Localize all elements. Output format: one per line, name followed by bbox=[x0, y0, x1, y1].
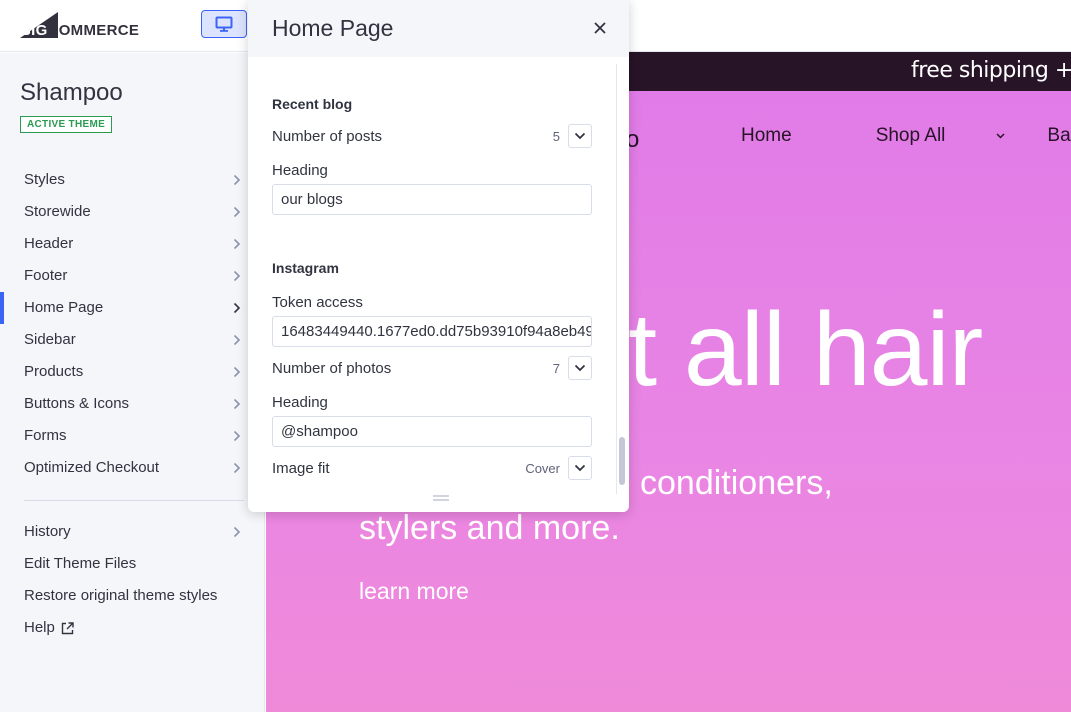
theme-name: Shampoo bbox=[20, 79, 123, 106]
image-fit-value: Cover bbox=[525, 461, 560, 476]
resize-grip-icon[interactable] bbox=[433, 495, 449, 501]
sidebar-divider bbox=[24, 500, 244, 501]
chevron-down-icon bbox=[996, 133, 1005, 139]
chevron-right-icon bbox=[233, 324, 245, 356]
sidebar-item-label: Restore original theme styles bbox=[24, 587, 218, 604]
close-panel-button[interactable] bbox=[590, 18, 610, 38]
logo-commerce-text: COMMERCE bbox=[47, 22, 140, 39]
token-access-input[interactable]: 16483449440.1677ed0.dd75b93910f94a8eb49 bbox=[272, 316, 592, 347]
sidebar-item-label: Sidebar bbox=[24, 331, 76, 348]
chevron-right-icon bbox=[233, 516, 245, 548]
desktop-icon bbox=[215, 16, 233, 32]
image-fit-label: Image fit bbox=[272, 460, 330, 477]
chevron-down-icon bbox=[574, 132, 586, 140]
sidebar-item-label: Styles bbox=[24, 171, 65, 188]
sidebar-item-footer[interactable]: Footer bbox=[0, 260, 265, 292]
instagram-section-title: Instagram bbox=[272, 260, 339, 276]
sidebar-item-storewide[interactable]: Storewide bbox=[0, 196, 265, 228]
store-nav-shop-all[interactable]: Shop All bbox=[876, 125, 1006, 147]
panel-title: Home Page bbox=[272, 15, 394, 41]
recent-blog-section-title: Recent blog bbox=[272, 96, 353, 112]
sidebar-item-label: Products bbox=[24, 363, 84, 380]
number-of-photos-label: Number of photos bbox=[272, 360, 392, 377]
sidebar-item-help[interactable]: Help bbox=[0, 612, 265, 644]
sidebar-item-label: Forms bbox=[24, 427, 67, 444]
hero-subtitle-line-2: stylers and more. bbox=[359, 509, 620, 547]
chevron-down-icon bbox=[574, 464, 586, 472]
sidebar-item-header[interactable]: Header bbox=[0, 228, 265, 260]
external-link-icon bbox=[61, 621, 74, 634]
sidebar-item-label: Edit Theme Files bbox=[24, 555, 137, 572]
chevron-right-icon bbox=[233, 292, 245, 324]
sidebar-item-label: Optimized Checkout bbox=[24, 459, 160, 476]
sidebar-item-label: Home Page bbox=[24, 299, 104, 316]
chevron-down-icon bbox=[574, 364, 586, 372]
chevron-right-icon bbox=[233, 356, 245, 388]
panel-header: Home Page bbox=[248, 0, 629, 57]
active-theme-badge: ACTIVE THEME bbox=[20, 116, 113, 133]
chevron-right-icon bbox=[233, 196, 245, 228]
sidebar-item-edit-theme-files[interactable]: Edit Theme Files bbox=[0, 548, 265, 580]
number-of-posts-value: 5 bbox=[552, 129, 560, 144]
theme-sidebar: Shampoo ACTIVE THEME Styles Storewide He… bbox=[0, 53, 265, 712]
token-access-label: Token access bbox=[272, 294, 363, 311]
number-of-photos-select[interactable] bbox=[568, 356, 592, 380]
sidebar-item-sidebar[interactable]: Sidebar bbox=[0, 324, 265, 356]
sidebar-item-restore-styles[interactable]: Restore original theme styles bbox=[0, 580, 265, 612]
sidebar-item-label: Footer bbox=[24, 267, 68, 284]
sidebar-item-home-page[interactable]: Home Page bbox=[0, 292, 265, 324]
number-of-photos-value: 7 bbox=[552, 361, 560, 376]
sidebar-item-label: Help bbox=[24, 619, 55, 636]
sidebar-item-label: Header bbox=[24, 235, 74, 252]
number-of-posts-select[interactable] bbox=[568, 124, 592, 148]
promo-text: free shipping + free bbox=[911, 58, 1071, 83]
sidebar-item-styles[interactable]: Styles bbox=[0, 164, 265, 196]
blog-heading-input[interactable]: our blogs bbox=[272, 184, 592, 215]
sidebar-item-buttons-icons[interactable]: Buttons & Icons bbox=[0, 388, 265, 420]
sidebar-item-optimized-checkout[interactable]: Optimized Checkout bbox=[0, 452, 265, 484]
chevron-right-icon bbox=[233, 164, 245, 196]
sidebar-item-history[interactable]: History bbox=[0, 516, 265, 548]
hero-headline: it all hair bbox=[606, 292, 983, 408]
hero-subtitle-line-1: conditioners, bbox=[640, 464, 833, 502]
instagram-heading-label: Heading bbox=[272, 394, 328, 411]
chevron-right-icon bbox=[233, 228, 245, 260]
bigcommerce-logo[interactable]: BIGCOMMERCE bbox=[20, 12, 139, 38]
close-icon bbox=[594, 22, 606, 34]
image-fit-select[interactable] bbox=[568, 456, 592, 480]
sidebar-item-forms[interactable]: Forms bbox=[0, 420, 265, 452]
chevron-right-icon bbox=[233, 388, 245, 420]
store-nav-bath[interactable]: Bath bbox=[1047, 125, 1071, 147]
chevron-right-icon bbox=[233, 452, 245, 484]
sidebar-item-label: Buttons & Icons bbox=[24, 395, 130, 412]
chevron-right-icon bbox=[233, 260, 245, 292]
hero-learn-more-link[interactable]: learn more bbox=[359, 578, 469, 605]
sidebar-item-label: Storewide bbox=[24, 203, 91, 220]
sidebar-nav: Styles Storewide Header Footer Home Page… bbox=[0, 164, 265, 484]
chevron-right-icon bbox=[233, 420, 245, 452]
sidebar-item-products[interactable]: Products bbox=[0, 356, 265, 388]
number-of-posts-label: Number of posts bbox=[272, 128, 383, 145]
store-navigation: Home Shop All Bath G bbox=[741, 125, 1071, 147]
blog-heading-label: Heading bbox=[272, 162, 328, 179]
sidebar-item-label: History bbox=[24, 523, 71, 540]
logo-big-text: BIG bbox=[20, 22, 48, 39]
home-page-panel: Home Page Recent blog Number of posts 5 … bbox=[248, 0, 629, 512]
sidebar-secondary-nav: History Edit Theme Files Restore origina… bbox=[0, 516, 265, 644]
desktop-view-button[interactable] bbox=[201, 10, 247, 38]
instagram-heading-input[interactable]: @shampoo bbox=[272, 416, 592, 447]
panel-scrollbar-thumb[interactable] bbox=[619, 437, 625, 485]
store-nav-home[interactable]: Home bbox=[741, 125, 834, 147]
panel-scrollbar[interactable] bbox=[616, 64, 629, 494]
